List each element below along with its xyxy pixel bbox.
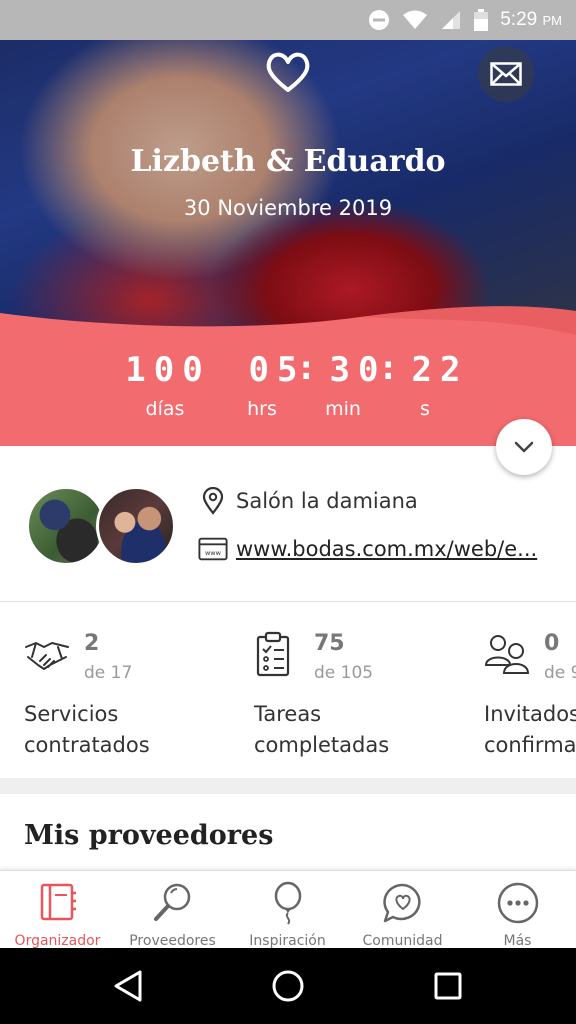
stat-label: Servicios contratados bbox=[24, 702, 150, 757]
countdown-days: 100 bbox=[125, 350, 211, 390]
stats-summary: 2 de 17 Servicios contratados 75 de 105 T… bbox=[0, 603, 576, 778]
section-divider bbox=[0, 778, 576, 794]
system-navigation-bar bbox=[0, 948, 576, 1024]
couple-names: Lizbeth & Eduardo bbox=[130, 144, 446, 179]
providers-section: Mis proveedores bbox=[0, 794, 576, 870]
chat-heart-icon bbox=[383, 883, 421, 923]
app-screen: 5:29 PM Lizbeth & Eduardo 30 Noviembre 2… bbox=[0, 0, 576, 1024]
guests-icon bbox=[484, 635, 530, 674]
clipboard-checklist-icon bbox=[256, 631, 290, 677]
battery-icon bbox=[474, 9, 489, 31]
heart-icon[interactable] bbox=[264, 50, 312, 94]
wedding-info: Salón la damiana www www.bodas.com.mx/we… bbox=[0, 446, 576, 602]
nav-label: Más bbox=[503, 933, 532, 949]
recent-apps-icon[interactable] bbox=[432, 968, 464, 1004]
avatar[interactable] bbox=[26, 486, 106, 566]
status-bar: 5:29 PM bbox=[0, 0, 576, 40]
website-link[interactable]: www.bodas.com.mx/web/e... bbox=[236, 537, 537, 561]
venue-row[interactable]: Salón la damiana bbox=[198, 486, 418, 516]
signal-icon bbox=[440, 10, 462, 30]
stat-value: 2 bbox=[84, 631, 100, 656]
stat-label: Invitadosconfirmados bbox=[484, 702, 576, 757]
wedding-hero: Lizbeth & Eduardo 30 Noviembre 2019 100 … bbox=[0, 40, 576, 446]
countdown-seconds-label: s bbox=[420, 398, 430, 420]
stat-label: Tareas completadas bbox=[254, 702, 390, 757]
nav-organizador[interactable]: Organizador bbox=[0, 871, 115, 949]
handshake-icon bbox=[25, 642, 69, 670]
browser-window-icon: www bbox=[198, 534, 228, 564]
website-row[interactable]: www www.bodas.com.mx/web/e... bbox=[198, 534, 537, 564]
svg-text:www: www bbox=[205, 549, 222, 557]
chevron-down-icon bbox=[514, 441, 534, 453]
balloon-icon bbox=[274, 881, 302, 925]
stat-value: 75 bbox=[314, 631, 345, 656]
nav-mas[interactable]: Más bbox=[460, 871, 575, 949]
countdown: 100 05 : 30 : 22 días hrs min s bbox=[0, 348, 576, 440]
wifi-icon bbox=[402, 10, 428, 30]
stat-value: 0 bbox=[544, 631, 560, 656]
expand-button[interactable] bbox=[496, 419, 552, 475]
back-icon[interactable] bbox=[112, 968, 146, 1004]
nav-label: Inspiración bbox=[249, 933, 326, 949]
nav-label: Organizador bbox=[14, 933, 101, 949]
nav-label: Proveedores bbox=[129, 933, 216, 949]
do-not-disturb-icon bbox=[368, 9, 390, 31]
notebook-icon bbox=[40, 883, 76, 921]
home-icon[interactable] bbox=[270, 968, 306, 1004]
countdown-days-label: días bbox=[145, 398, 185, 420]
stat-total: de 9 bbox=[544, 663, 576, 683]
magnifier-icon bbox=[154, 883, 191, 921]
messages-button[interactable] bbox=[478, 46, 534, 102]
clock: 5:29 PM bbox=[500, 9, 562, 30]
nav-label: Comunidad bbox=[362, 933, 443, 949]
providers-title: Mis proveedores bbox=[24, 820, 274, 851]
nav-proveedores[interactable]: Proveedores bbox=[115, 871, 230, 949]
stat-total: de 105 bbox=[314, 663, 374, 683]
avatar[interactable] bbox=[96, 486, 176, 566]
envelope-icon bbox=[490, 62, 522, 86]
bottom-navigation: Organizador Proveedores Inspiración Comu… bbox=[0, 870, 576, 949]
wedding-date: 30 Noviembre 2019 bbox=[183, 196, 393, 220]
more-icon bbox=[497, 882, 539, 924]
nav-inspiracion[interactable]: Inspiración bbox=[230, 871, 345, 949]
countdown-seconds: 22 bbox=[411, 350, 469, 390]
nav-comunidad[interactable]: Comunidad bbox=[345, 871, 460, 949]
stat-total: de 17 bbox=[84, 663, 133, 683]
venue-name: Salón la damiana bbox=[236, 489, 418, 513]
location-pin-icon bbox=[198, 486, 228, 516]
